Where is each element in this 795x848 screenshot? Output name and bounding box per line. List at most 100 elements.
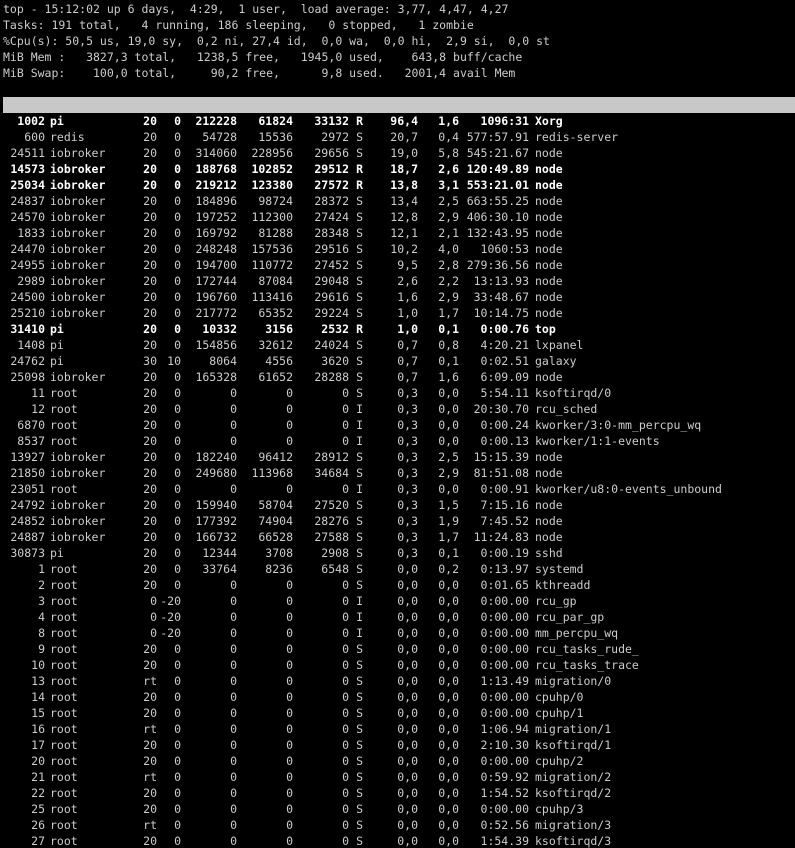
- process-command: node: [535, 146, 563, 160]
- process-pid: 12: [31, 402, 45, 416]
- process-row[interactable]: 600 redis 20 0 54728 15536 2972 S 20,7 0,4 577:57.…: [3, 129, 779, 145]
- process-cpu: 1,0: [397, 322, 418, 336]
- process-priority: 20: [143, 210, 157, 224]
- process-priority: 20: [143, 738, 157, 752]
- process-state: S: [356, 242, 363, 256]
- process-priority: 20: [143, 434, 157, 448]
- process-row[interactable]: 21850 iobroker 20 0 249680 113968 34684 S 0,3 2,9…: [3, 465, 779, 481]
- process-row[interactable]: 10 root 20 0 0 0 0 S 0,0 0,0 0:00.00 rcu_tasks_trac…: [3, 657, 779, 673]
- process-cpu: 0,7: [397, 354, 418, 368]
- process-row[interactable]: 25034 iobroker 20 0 219212 123380 27572 R 13,8 3,…: [3, 177, 779, 193]
- process-pid: 22: [31, 786, 45, 800]
- process-user: root: [50, 562, 78, 576]
- process-res: 0: [286, 642, 293, 656]
- process-command: migration/0: [535, 674, 612, 688]
- process-cpu: 0,0: [397, 562, 418, 576]
- process-cpu: 1,0: [397, 306, 418, 320]
- process-user: root: [50, 594, 78, 608]
- process-row[interactable]: 24570 iobroker 20 0 197252 112300 27424 S 12,8 2,…: [3, 209, 779, 225]
- process-user: root: [50, 482, 78, 496]
- process-row[interactable]: 24837 iobroker 20 0 184896 98724 28372 S 13,4 2,5…: [3, 193, 779, 209]
- process-row[interactable]: 4 root 0 -20 0 0 0 I 0,0 0,0 0:00.00 rcu_par_gp: [3, 609, 779, 625]
- process-row[interactable]: 15 root 20 0 0 0 0 S 0,0 0,0 0:00.00 cpuhp/1: [3, 705, 779, 721]
- process-state: S: [356, 706, 363, 720]
- process-priority: 20: [143, 306, 157, 320]
- process-row[interactable]: 21 root rt 0 0 0 0 S 0,0 0,0 0:59.92 migration/2: [3, 769, 779, 785]
- process-virt: 54728: [202, 130, 237, 144]
- process-state: S: [356, 130, 363, 144]
- process-row[interactable]: 31410 pi 20 0 10332 3156 2532 R 1,0 0,1 0:00.76 top: [3, 321, 779, 337]
- process-time: 13:13.93: [473, 274, 529, 288]
- process-row[interactable]: 24955 iobroker 20 0 194700 110772 27452 S 9,5 2,8…: [3, 257, 779, 273]
- process-row[interactable]: 14573 iobroker 20 0 188768 102852 29512 R 18,7 2,…: [3, 161, 779, 177]
- process-row[interactable]: 11 root 20 0 0 0 0 S 0,3 0,0 5:54.11 ksoftirqd/0: [3, 385, 779, 401]
- process-state: S: [356, 146, 363, 160]
- process-nice: 0: [174, 770, 181, 784]
- process-time: 0:02.51: [480, 354, 529, 368]
- process-nice: 0: [174, 690, 181, 704]
- process-row[interactable]: 12 root 20 0 0 0 0 I 0,3 0,0 20:30.70 rcu_sched: [3, 401, 779, 417]
- process-state: S: [356, 498, 363, 512]
- process-state: I: [356, 594, 363, 608]
- process-row[interactable]: 24500 iobroker 20 0 196760 113416 29616 S 1,6 2,9…: [3, 289, 779, 305]
- process-row[interactable]: 25 root 20 0 0 0 0 S 0,0 0,0 0:00.00 cpuhp/3: [3, 801, 779, 817]
- process-virt: 0: [230, 738, 237, 752]
- process-row[interactable]: 13 root rt 0 0 0 0 S 0,0 0,0 1:13.49 migration/0: [3, 673, 779, 689]
- process-row[interactable]: 2 root 20 0 0 0 0 S 0,0 0,0 0:01.65 kthreadd: [3, 577, 779, 593]
- process-nice: 0: [174, 226, 181, 240]
- process-row[interactable]: 25210 iobroker 20 0 217772 65352 29224 S 1,0 1,7 1…: [3, 305, 779, 321]
- process-priority: 0: [150, 626, 157, 640]
- process-row[interactable]: 20 root 20 0 0 0 0 S 0,0 0,0 0:00.00 cpuhp/2: [3, 753, 779, 769]
- process-row[interactable]: 1002 pi 20 0 212228 61824 33132 R 96,4 1,6 1096:31…: [3, 113, 779, 129]
- process-row[interactable]: 16 root rt 0 0 0 0 S 0,0 0,0 1:06.94 migration/1: [3, 721, 779, 737]
- process-pid: 24852: [10, 514, 45, 528]
- process-row[interactable]: 24887 iobroker 20 0 166732 66528 27588 S 0,3 1,7 1…: [3, 529, 779, 545]
- terminal-window[interactable]: top - 15:12:02 up 6 days, 4:29, 1 user, …: [0, 0, 795, 848]
- process-shr: 27588: [314, 530, 349, 544]
- process-row[interactable]: 24852 iobroker 20 0 177392 74904 28276 S 0,3 1,9 7…: [3, 513, 779, 529]
- process-cpu: 0,0: [397, 818, 418, 832]
- process-row[interactable]: 8537 root 20 0 0 0 0 I 0,3 0,0 0:00.13 kworker/1:1-…: [3, 433, 779, 449]
- process-shr: 34684: [314, 466, 349, 480]
- process-shr: 0: [342, 786, 349, 800]
- process-state: S: [356, 386, 363, 400]
- process-row[interactable]: 9 root 20 0 0 0 0 S 0,0 0,0 0:00.00 rcu_tasks_rude_: [3, 641, 779, 657]
- process-row[interactable]: 13927 iobroker 20 0 182240 96412 28912 S 0,3 2,5 1…: [3, 449, 779, 465]
- process-res: 0: [286, 658, 293, 672]
- process-mem: 1,7: [438, 306, 459, 320]
- process-row[interactable]: 24511 iobroker 20 0 314060 228956 29656 S 19,0 5,…: [3, 145, 779, 161]
- process-row[interactable]: 26 root rt 0 0 0 0 S 0,0 0,0 0:52.56 migration/3: [3, 817, 779, 833]
- process-row[interactable]: 23051 root 20 0 0 0 0 I 0,3 0,0 0:00.91 kworker/u8:…: [3, 481, 779, 497]
- process-virt: 0: [230, 722, 237, 736]
- process-row[interactable]: 24470 iobroker 20 0 248248 157536 29516 S 10,2 4,…: [3, 241, 779, 257]
- process-virt: 0: [230, 786, 237, 800]
- process-command: node: [535, 242, 563, 256]
- process-row[interactable]: 25098 iobroker 20 0 165328 61652 28288 S 0,7 1,6 6…: [3, 369, 779, 385]
- process-row[interactable]: 6870 root 20 0 0 0 0 I 0,3 0,0 0:00.24 kworker/3:0-…: [3, 417, 779, 433]
- process-row[interactable]: 1 root 20 0 33764 8236 6548 S 0,0 0,2 0:13.97 syste…: [3, 561, 779, 577]
- process-nice: 0: [174, 658, 181, 672]
- process-virt: 154856: [195, 338, 237, 352]
- process-row[interactable]: 1408 pi 20 0 154856 32612 24024 S 0,7 0,8 4:20.21 l…: [3, 337, 779, 353]
- process-command: migration/2: [535, 770, 612, 784]
- process-priority: 20: [143, 834, 157, 848]
- process-shr: 2972: [321, 130, 349, 144]
- process-row[interactable]: 30873 pi 20 0 12344 3708 2908 S 0,3 0,1 0:00.19 ssh…: [3, 545, 779, 561]
- process-row[interactable]: 8 root 0 -20 0 0 0 I 0,0 0,0 0:00.00 mm_percpu_wq: [3, 625, 779, 641]
- process-user: root: [50, 802, 78, 816]
- process-nice: 0: [174, 818, 181, 832]
- process-cpu: 0,3: [397, 498, 418, 512]
- process-row[interactable]: 14 root 20 0 0 0 0 S 0,0 0,0 0:00.00 cpuhp/0: [3, 689, 779, 705]
- process-row[interactable]: 17 root 20 0 0 0 0 S 0,0 0,0 2:10.30 ksoftirqd/1: [3, 737, 779, 753]
- process-time: 663:55.25: [466, 194, 529, 208]
- process-row[interactable]: 3 root 0 -20 0 0 0 I 0,0 0,0 0:00.00 rcu_gp: [3, 593, 779, 609]
- process-row[interactable]: 1833 iobroker 20 0 169792 81288 28348 S 12,1 2,1 1…: [3, 225, 779, 241]
- process-row[interactable]: 27 root 20 0 0 0 0 S 0,0 0,0 1:54.39 ksoftirqd/3: [3, 833, 779, 848]
- process-row[interactable]: 24792 iobroker 20 0 159940 58704 27520 S 0,3 1,5 7…: [3, 497, 779, 513]
- process-row[interactable]: 22 root 20 0 0 0 0 S 0,0 0,0 1:54.52 ksoftirqd/2: [3, 785, 779, 801]
- process-priority: 20: [143, 338, 157, 352]
- process-row[interactable]: 24762 pi 30 10 8064 4556 3620 S 0,7 0,1 0:02.51 gal…: [3, 353, 779, 369]
- cpu-summary-line: %Cpu(s): 50,5 us, 19,0 sy, 0,2 ni, 27,4 …: [3, 34, 550, 48]
- process-nice: 0: [174, 306, 181, 320]
- process-row[interactable]: 2989 iobroker 20 0 172744 87084 29048 S 2,6 2,2 13…: [3, 273, 779, 289]
